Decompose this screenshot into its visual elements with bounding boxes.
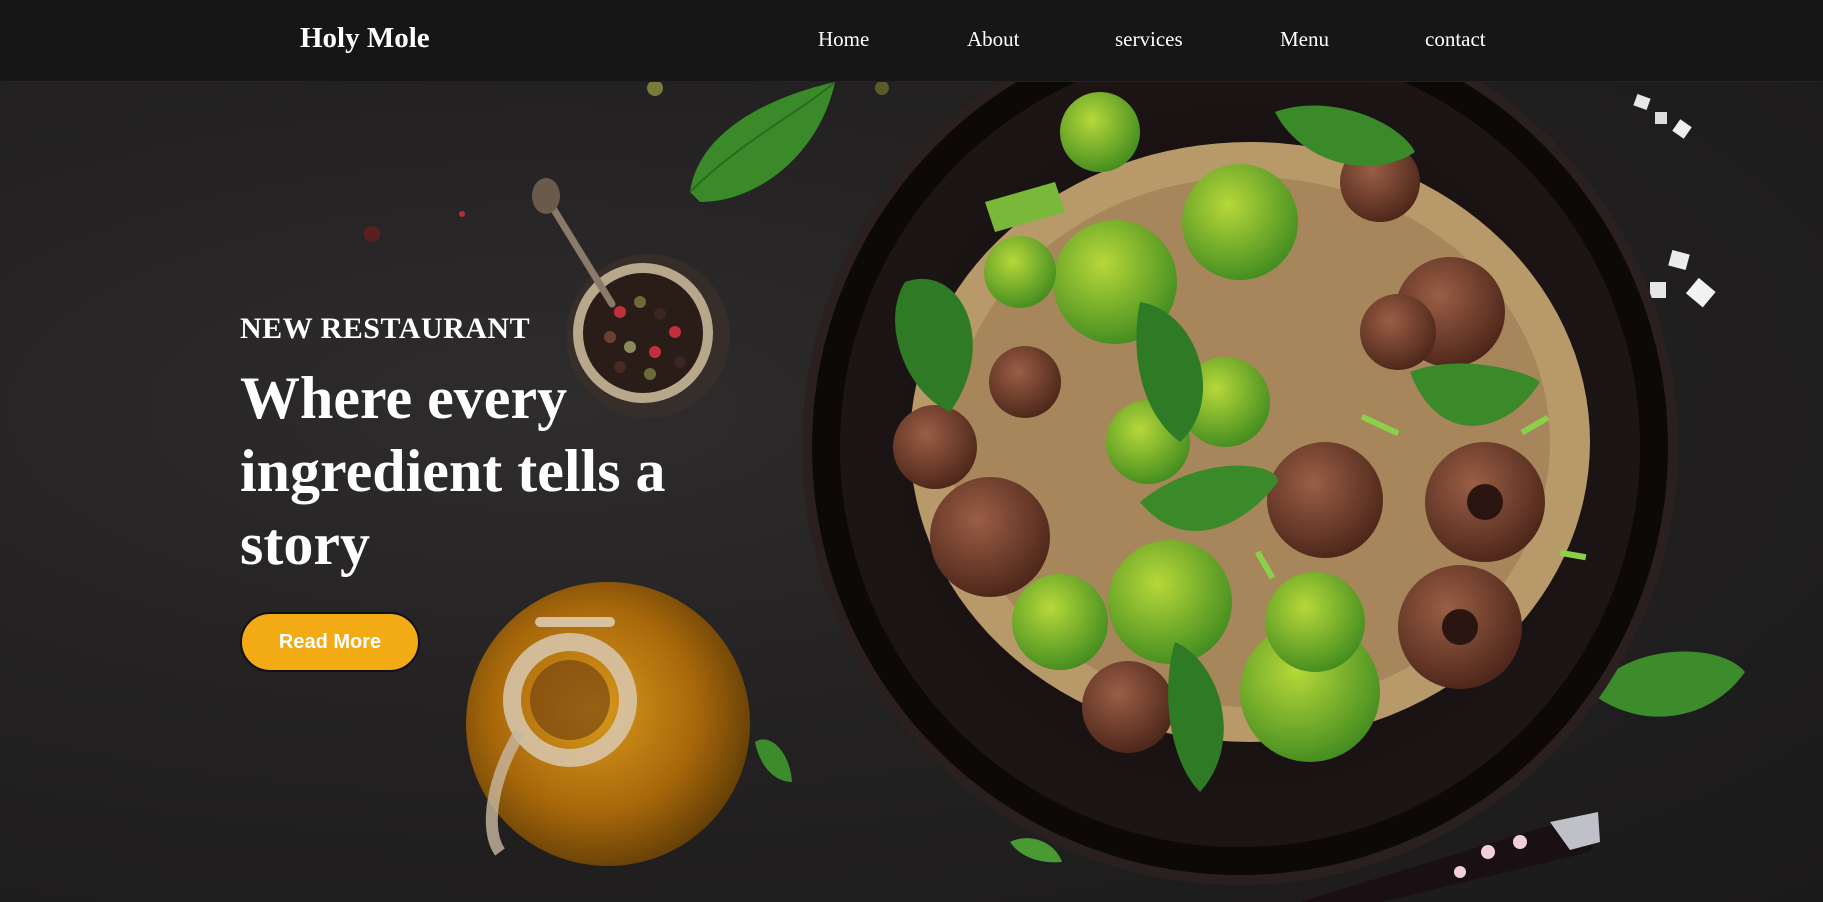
navbar: Holy Mole Home About services Menu conta… bbox=[0, 0, 1823, 82]
nav-link-services[interactable]: services bbox=[1115, 27, 1183, 52]
oil-jug-image bbox=[466, 582, 750, 866]
basil-leaf-image bbox=[689, 82, 836, 202]
read-more-button[interactable]: Read More bbox=[240, 612, 420, 672]
hero-eyebrow: NEW RESTAURANT bbox=[240, 312, 531, 345]
hero-section: NEW RESTAURANT Where every ingredient te… bbox=[0, 82, 1823, 902]
nav-link-home[interactable]: Home bbox=[818, 27, 869, 52]
brand-logo[interactable]: Holy Mole bbox=[300, 22, 430, 55]
hero-headline: Where every ingredient tells a story bbox=[240, 365, 666, 577]
nav-link-about[interactable]: About bbox=[967, 27, 1020, 52]
nav-link-contact[interactable]: contact bbox=[1425, 27, 1486, 52]
nav-link-menu[interactable]: Menu bbox=[1280, 27, 1329, 52]
food-bowl-image bbox=[802, 82, 1678, 885]
